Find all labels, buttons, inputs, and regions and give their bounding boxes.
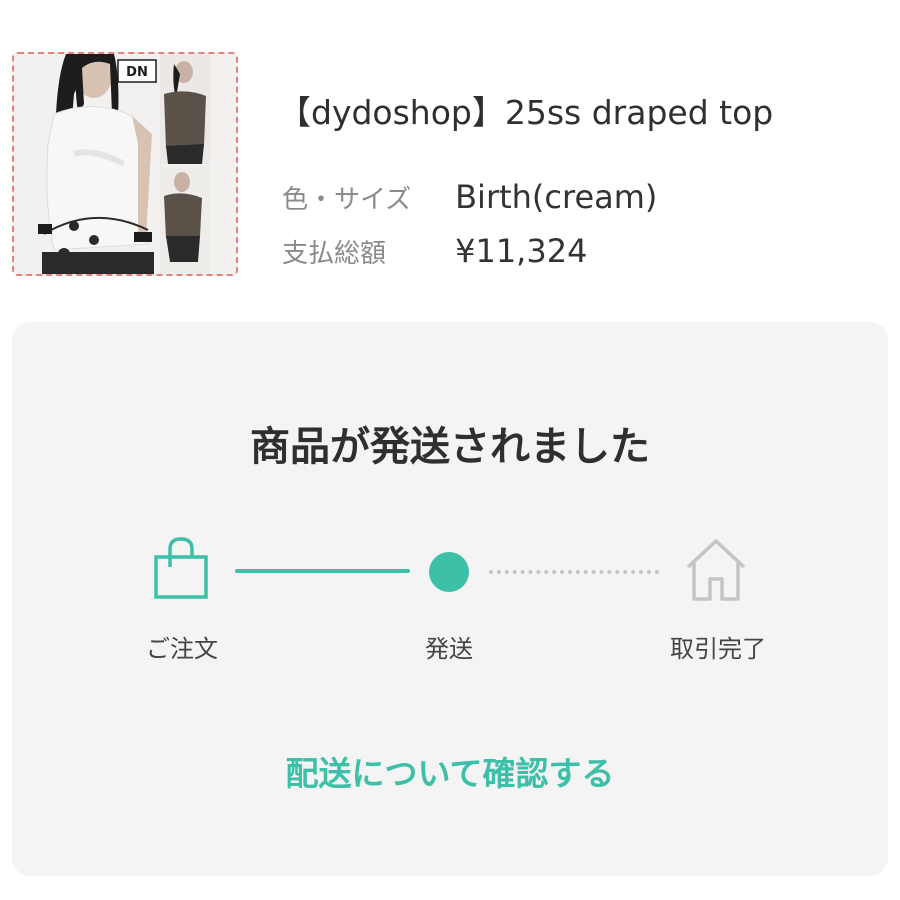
total-value: ¥11,324 [455, 232, 588, 270]
brand-logo: DN [126, 65, 148, 80]
spec-row-total: 支払総額 ¥11,324 [282, 232, 587, 270]
status-heading: 商品が発送されました [250, 424, 650, 470]
product-summary[interactable]: DN 【dydoshop】25ss draped top 色・サイズ Birth… [12, 52, 888, 277]
step-label-order: ご注文 [146, 635, 218, 663]
color-size-value: Birth(cream) [455, 178, 658, 216]
shipping-status-card: 商品が発送されました ご注文 発送 取引完了 配送について確認する [12, 322, 888, 876]
step-label-shipped: 発送 [425, 635, 473, 663]
shopping-bag-icon [148, 537, 214, 603]
step-label-complete: 取引完了 [670, 635, 766, 663]
progress-track-completed [235, 569, 410, 573]
product-thumbnail[interactable]: DN [12, 52, 238, 276]
product-title[interactable]: 【dydoshop】25ss draped top [278, 86, 773, 134]
spec-row-color-size: 色・サイズ Birth(cream) [282, 178, 657, 216]
product-photo-collage: DN [14, 54, 236, 274]
order-status-page: DN 【dydoshop】25ss draped top 色・サイズ Birth… [0, 0, 900, 900]
confirm-shipping-link[interactable]: 配送について確認する [12, 747, 888, 795]
home-icon [684, 537, 748, 603]
progress-track-pending [489, 570, 659, 574]
total-label: 支払総額 [282, 238, 387, 269]
color-size-label: 色・サイズ [282, 184, 412, 215]
current-step-dot [429, 552, 469, 592]
